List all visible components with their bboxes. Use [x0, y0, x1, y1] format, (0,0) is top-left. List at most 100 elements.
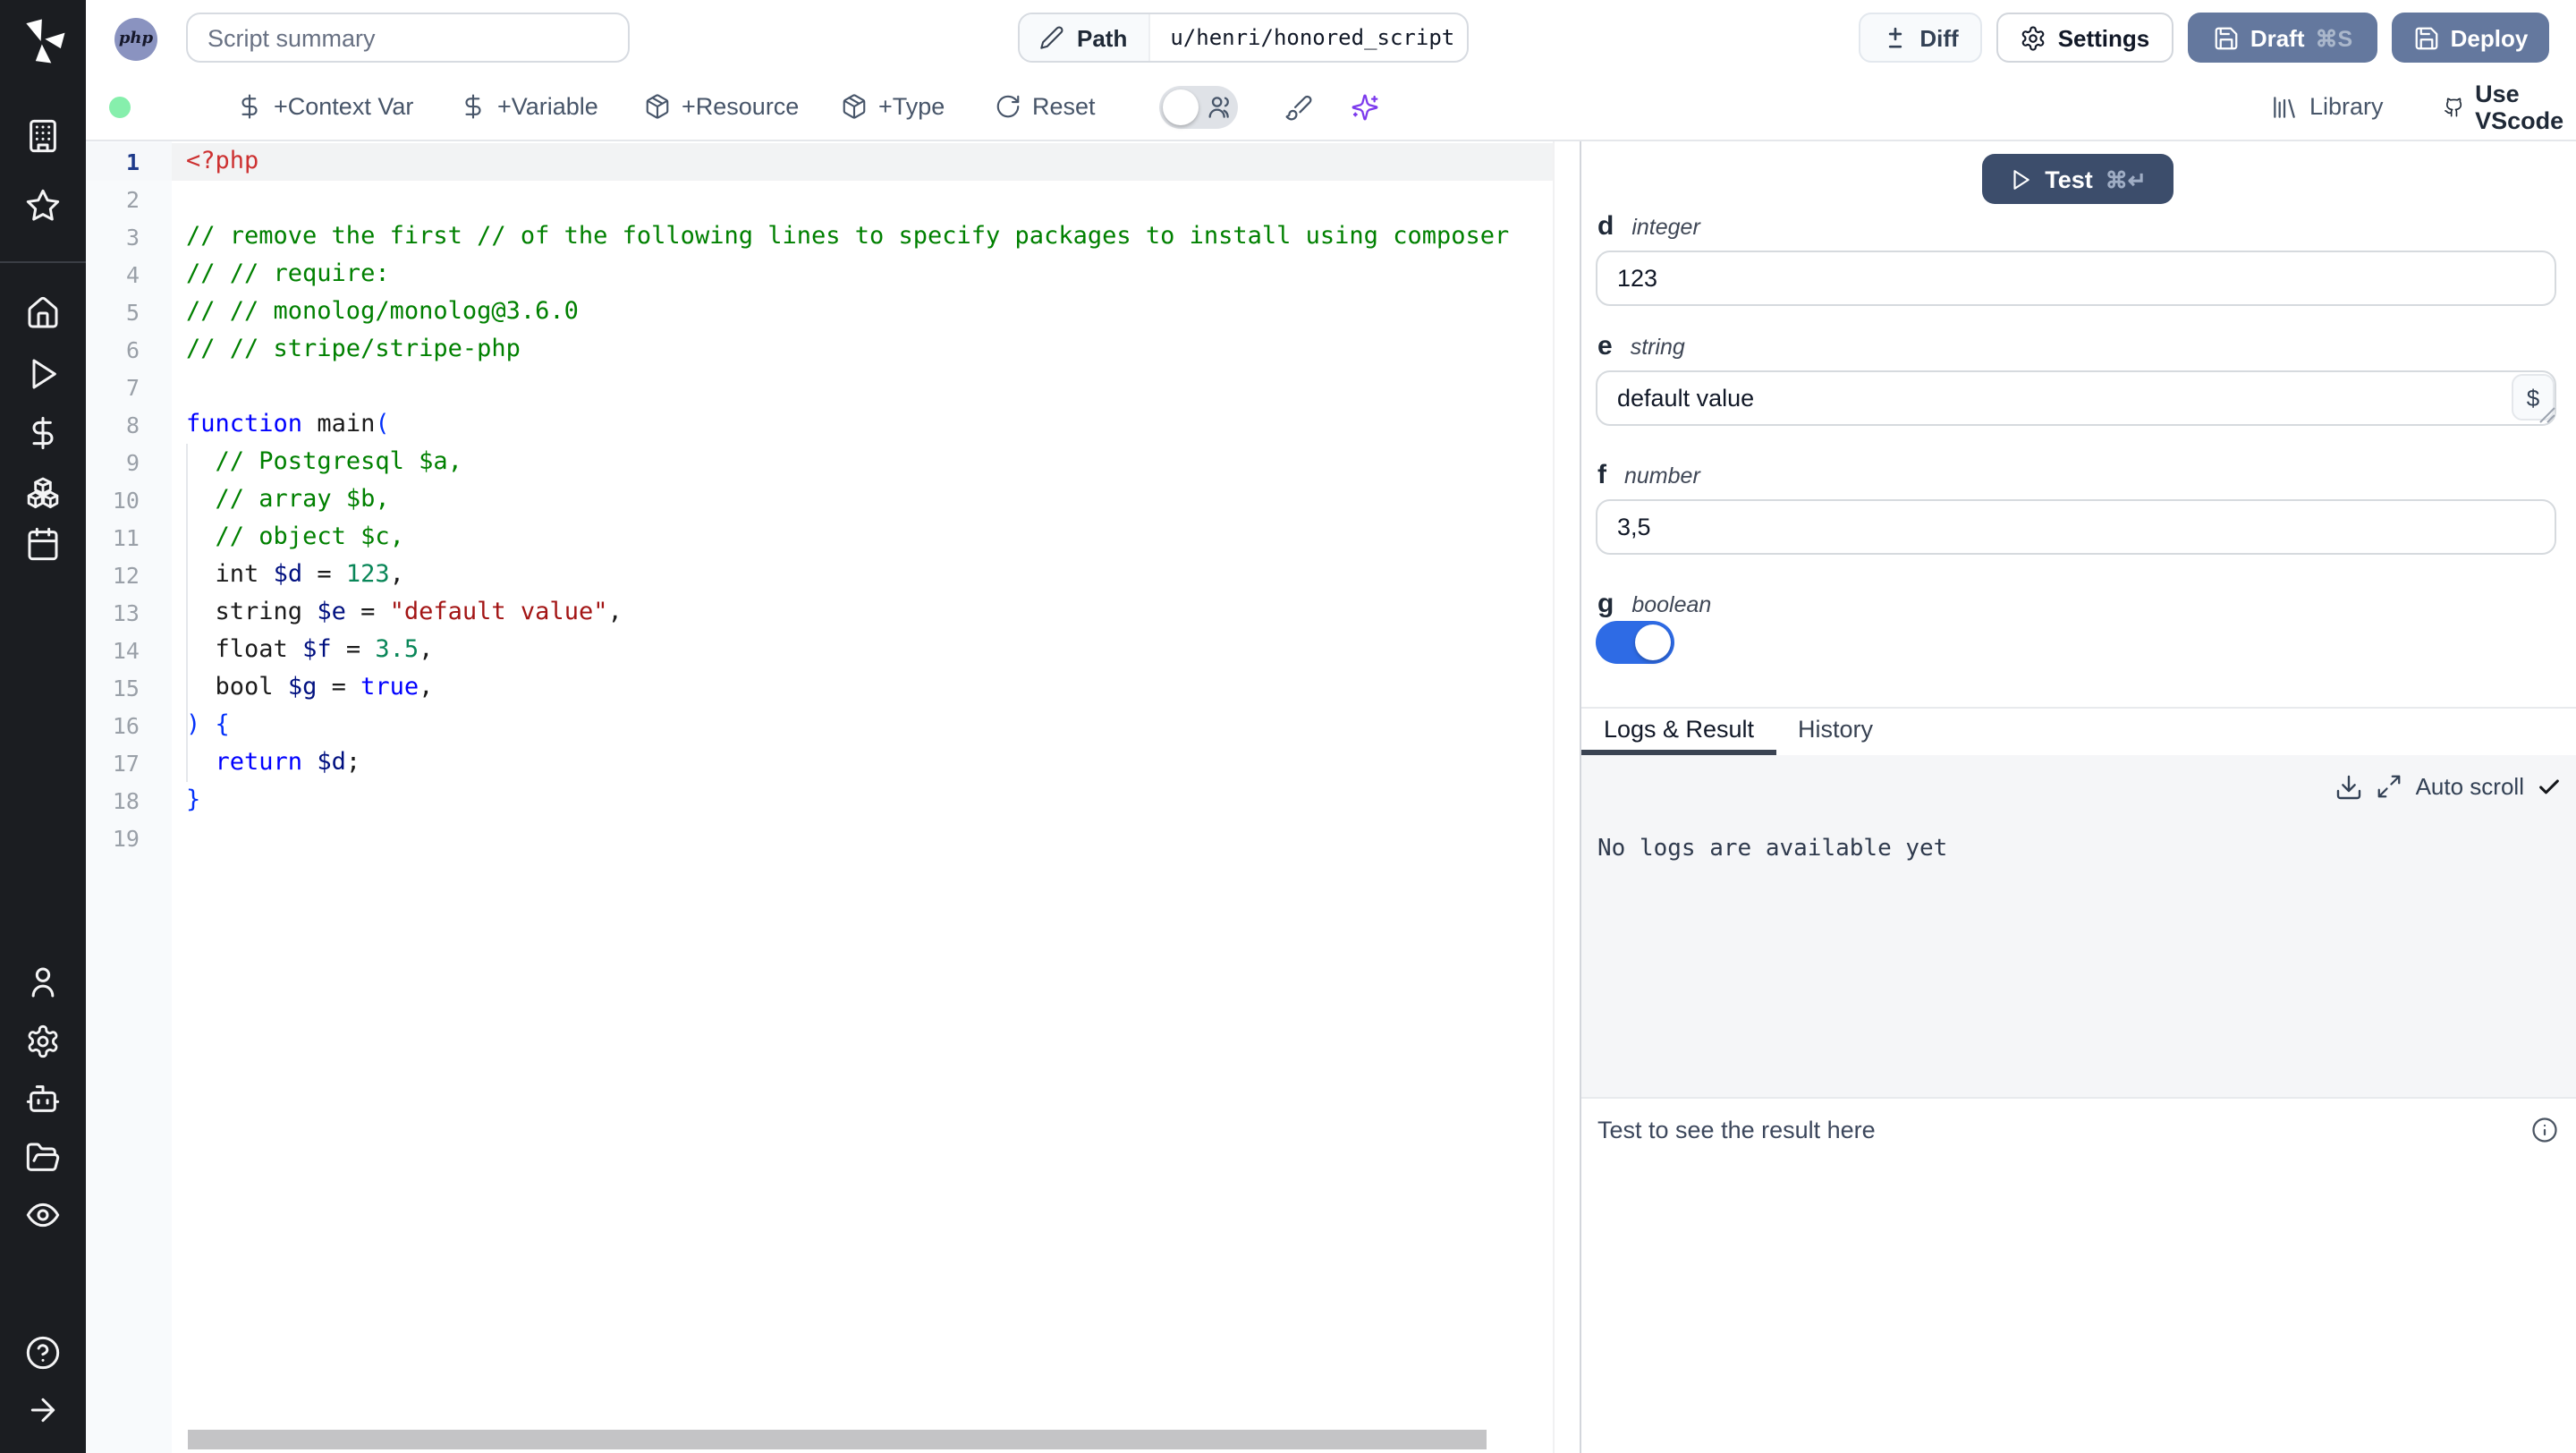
resources-boxes-icon[interactable] — [25, 474, 61, 510]
line-number: 2 — [125, 186, 140, 213]
arg-input-e[interactable]: default value — [1596, 370, 2556, 426]
user-icon[interactable] — [25, 964, 61, 1000]
line-number: 1 — [125, 149, 140, 175]
expand-logs-icon[interactable] — [2377, 773, 2403, 800]
auto-scroll-label[interactable]: Auto scroll — [2416, 773, 2524, 800]
code-text[interactable]: float $f = 3.5, — [172, 632, 434, 669]
use-vscode-button[interactable]: Use VScode — [2444, 73, 2576, 140]
code-line[interactable]: 1 <?php — [86, 143, 1580, 181]
multiplayer-button[interactable] — [1206, 73, 1234, 140]
sparkles-icon — [1352, 93, 1378, 120]
add-context-var-button[interactable]: +Context Var — [236, 73, 413, 140]
help-circle-icon[interactable] — [25, 1335, 61, 1371]
audit-eye-icon[interactable] — [25, 1197, 61, 1233]
horizontal-scrollbar[interactable] — [188, 1430, 1487, 1449]
code-line[interactable]: 5 // // monolog/monolog@3.6.0 — [86, 293, 1580, 331]
code-text[interactable]: // // monolog/monolog@3.6.0 — [172, 293, 579, 331]
code-text[interactable] — [172, 820, 186, 857]
test-button[interactable]: Test ⌘↵ — [1982, 154, 2174, 204]
code-text[interactable]: // object $c, — [172, 519, 404, 557]
dollar-icon — [465, 94, 481, 119]
indent-guide — [186, 444, 188, 782]
variables-dollar-icon[interactable] — [25, 415, 61, 451]
run-panel: Test ⌘↵ d integer e string default value… — [1581, 141, 2576, 1453]
add-type-button[interactable]: +Type — [841, 73, 945, 140]
diff-button[interactable]: Diff — [1859, 13, 1982, 63]
code-line[interactable]: 6 // // stripe/stripe-php — [86, 331, 1580, 369]
info-icon[interactable] — [2531, 1117, 2558, 1143]
code-line[interactable]: 9 // Postgresql $a, — [86, 444, 1580, 481]
code-line[interactable]: 17 return $d; — [86, 744, 1580, 782]
script-path[interactable]: Path u/henri/honored_script — [1018, 13, 1469, 63]
folders-icon[interactable] — [25, 1140, 61, 1176]
home-icon[interactable] — [25, 295, 61, 331]
favorites-star-icon[interactable] — [25, 188, 61, 224]
code-lines[interactable]: 1 <?php 2 3 // remove the first // of the fo… — [86, 143, 1580, 857]
code-text[interactable]: // // require: — [172, 256, 390, 293]
arg-input-d[interactable] — [1596, 251, 2556, 306]
tab-logs-result[interactable]: Logs & Result — [1581, 707, 1776, 750]
logs-panel: Auto scroll No logs are available yet — [1581, 754, 2576, 1099]
code-line[interactable]: 12 int $d = 123, — [86, 557, 1580, 594]
line-number: 14 — [112, 637, 140, 664]
code-text[interactable]: } — [172, 782, 200, 820]
settings-gear-icon[interactable] — [25, 1024, 61, 1059]
code-line[interactable]: 16) { — [86, 707, 1580, 744]
code-line[interactable]: 7 — [86, 369, 1580, 406]
settings-button[interactable]: Settings — [1996, 13, 2174, 63]
code-text[interactable]: ) { — [172, 707, 230, 744]
add-variable-button[interactable]: +Variable — [460, 73, 598, 140]
code-text[interactable]: <?php — [172, 143, 258, 181]
path-label-section[interactable]: Path — [1020, 14, 1151, 61]
arg-toggle-g[interactable] — [1596, 621, 1674, 664]
deploy-button[interactable]: Deploy — [2392, 13, 2549, 63]
script-summary-input[interactable] — [186, 13, 630, 63]
code-text[interactable]: // Postgresql $a, — [172, 444, 462, 481]
code-text[interactable]: // remove the first // of the following … — [172, 218, 1509, 256]
code-text[interactable]: string $e = "default value", — [172, 594, 623, 632]
code-line[interactable]: 3 // remove the first // of the following… — [86, 218, 1580, 256]
code-line[interactable]: 14 float $f = 3.5, — [86, 632, 1580, 669]
code-line[interactable]: 2 — [86, 181, 1580, 218]
code-editor[interactable]: 1 <?php 2 3 // remove the first // of the fo… — [86, 141, 1580, 1453]
runs-play-icon[interactable] — [25, 356, 61, 392]
checkmark-icon[interactable] — [2537, 774, 2562, 799]
arg-input-f[interactable] — [1596, 499, 2556, 555]
save-icon — [2415, 26, 2438, 49]
code-line[interactable]: 15 bool $g = true, — [86, 669, 1580, 707]
download-logs-icon[interactable] — [2335, 772, 2364, 801]
library-button[interactable]: Library — [2270, 73, 2384, 140]
reset-button[interactable]: Reset — [995, 73, 1096, 140]
line-number: 10 — [112, 487, 140, 514]
code-line[interactable]: 8 function main( — [86, 406, 1580, 444]
workers-bot-icon[interactable] — [25, 1081, 61, 1117]
code-text[interactable]: bool $g = true, — [172, 669, 434, 707]
code-text[interactable]: int $d = 123, — [172, 557, 404, 594]
code-text[interactable] — [172, 181, 186, 218]
code-text[interactable]: function main( — [172, 406, 390, 444]
code-text[interactable]: // // stripe/stripe-php — [172, 331, 521, 369]
windmill-logo-icon[interactable] — [18, 16, 68, 66]
code-line[interactable]: 10 // array $b, — [86, 481, 1580, 519]
save-draft-button[interactable]: Draft ⌘S — [2188, 13, 2377, 63]
code-line[interactable]: 13 string $e = "default value", — [86, 594, 1580, 632]
code-text[interactable]: // array $b, — [172, 481, 390, 519]
workspace-building-icon[interactable] — [25, 118, 61, 154]
schedules-calendar-icon[interactable] — [25, 526, 61, 562]
code-line[interactable]: 18} — [86, 782, 1580, 820]
tab-history[interactable]: History — [1776, 707, 1894, 750]
add-resource-button[interactable]: +Resource — [644, 73, 799, 140]
code-line[interactable]: 11 // object $c, — [86, 519, 1580, 557]
path-value[interactable]: u/henri/honored_script — [1150, 14, 1467, 61]
code-text[interactable] — [172, 369, 186, 406]
ai-assistant-button[interactable] — [1351, 73, 1379, 140]
code-line[interactable]: 4 // // require: — [86, 256, 1580, 293]
code-text[interactable]: return $d; — [172, 744, 361, 782]
pencil-icon — [1040, 26, 1063, 49]
format-brush-button[interactable] — [1284, 73, 1313, 140]
line-number: 6 — [125, 336, 140, 363]
expand-sidebar-arrow-icon[interactable] — [25, 1392, 61, 1428]
line-number: 12 — [112, 562, 140, 589]
resize-grip-icon[interactable] — [2538, 406, 2556, 424]
code-line[interactable]: 19 — [86, 820, 1580, 857]
